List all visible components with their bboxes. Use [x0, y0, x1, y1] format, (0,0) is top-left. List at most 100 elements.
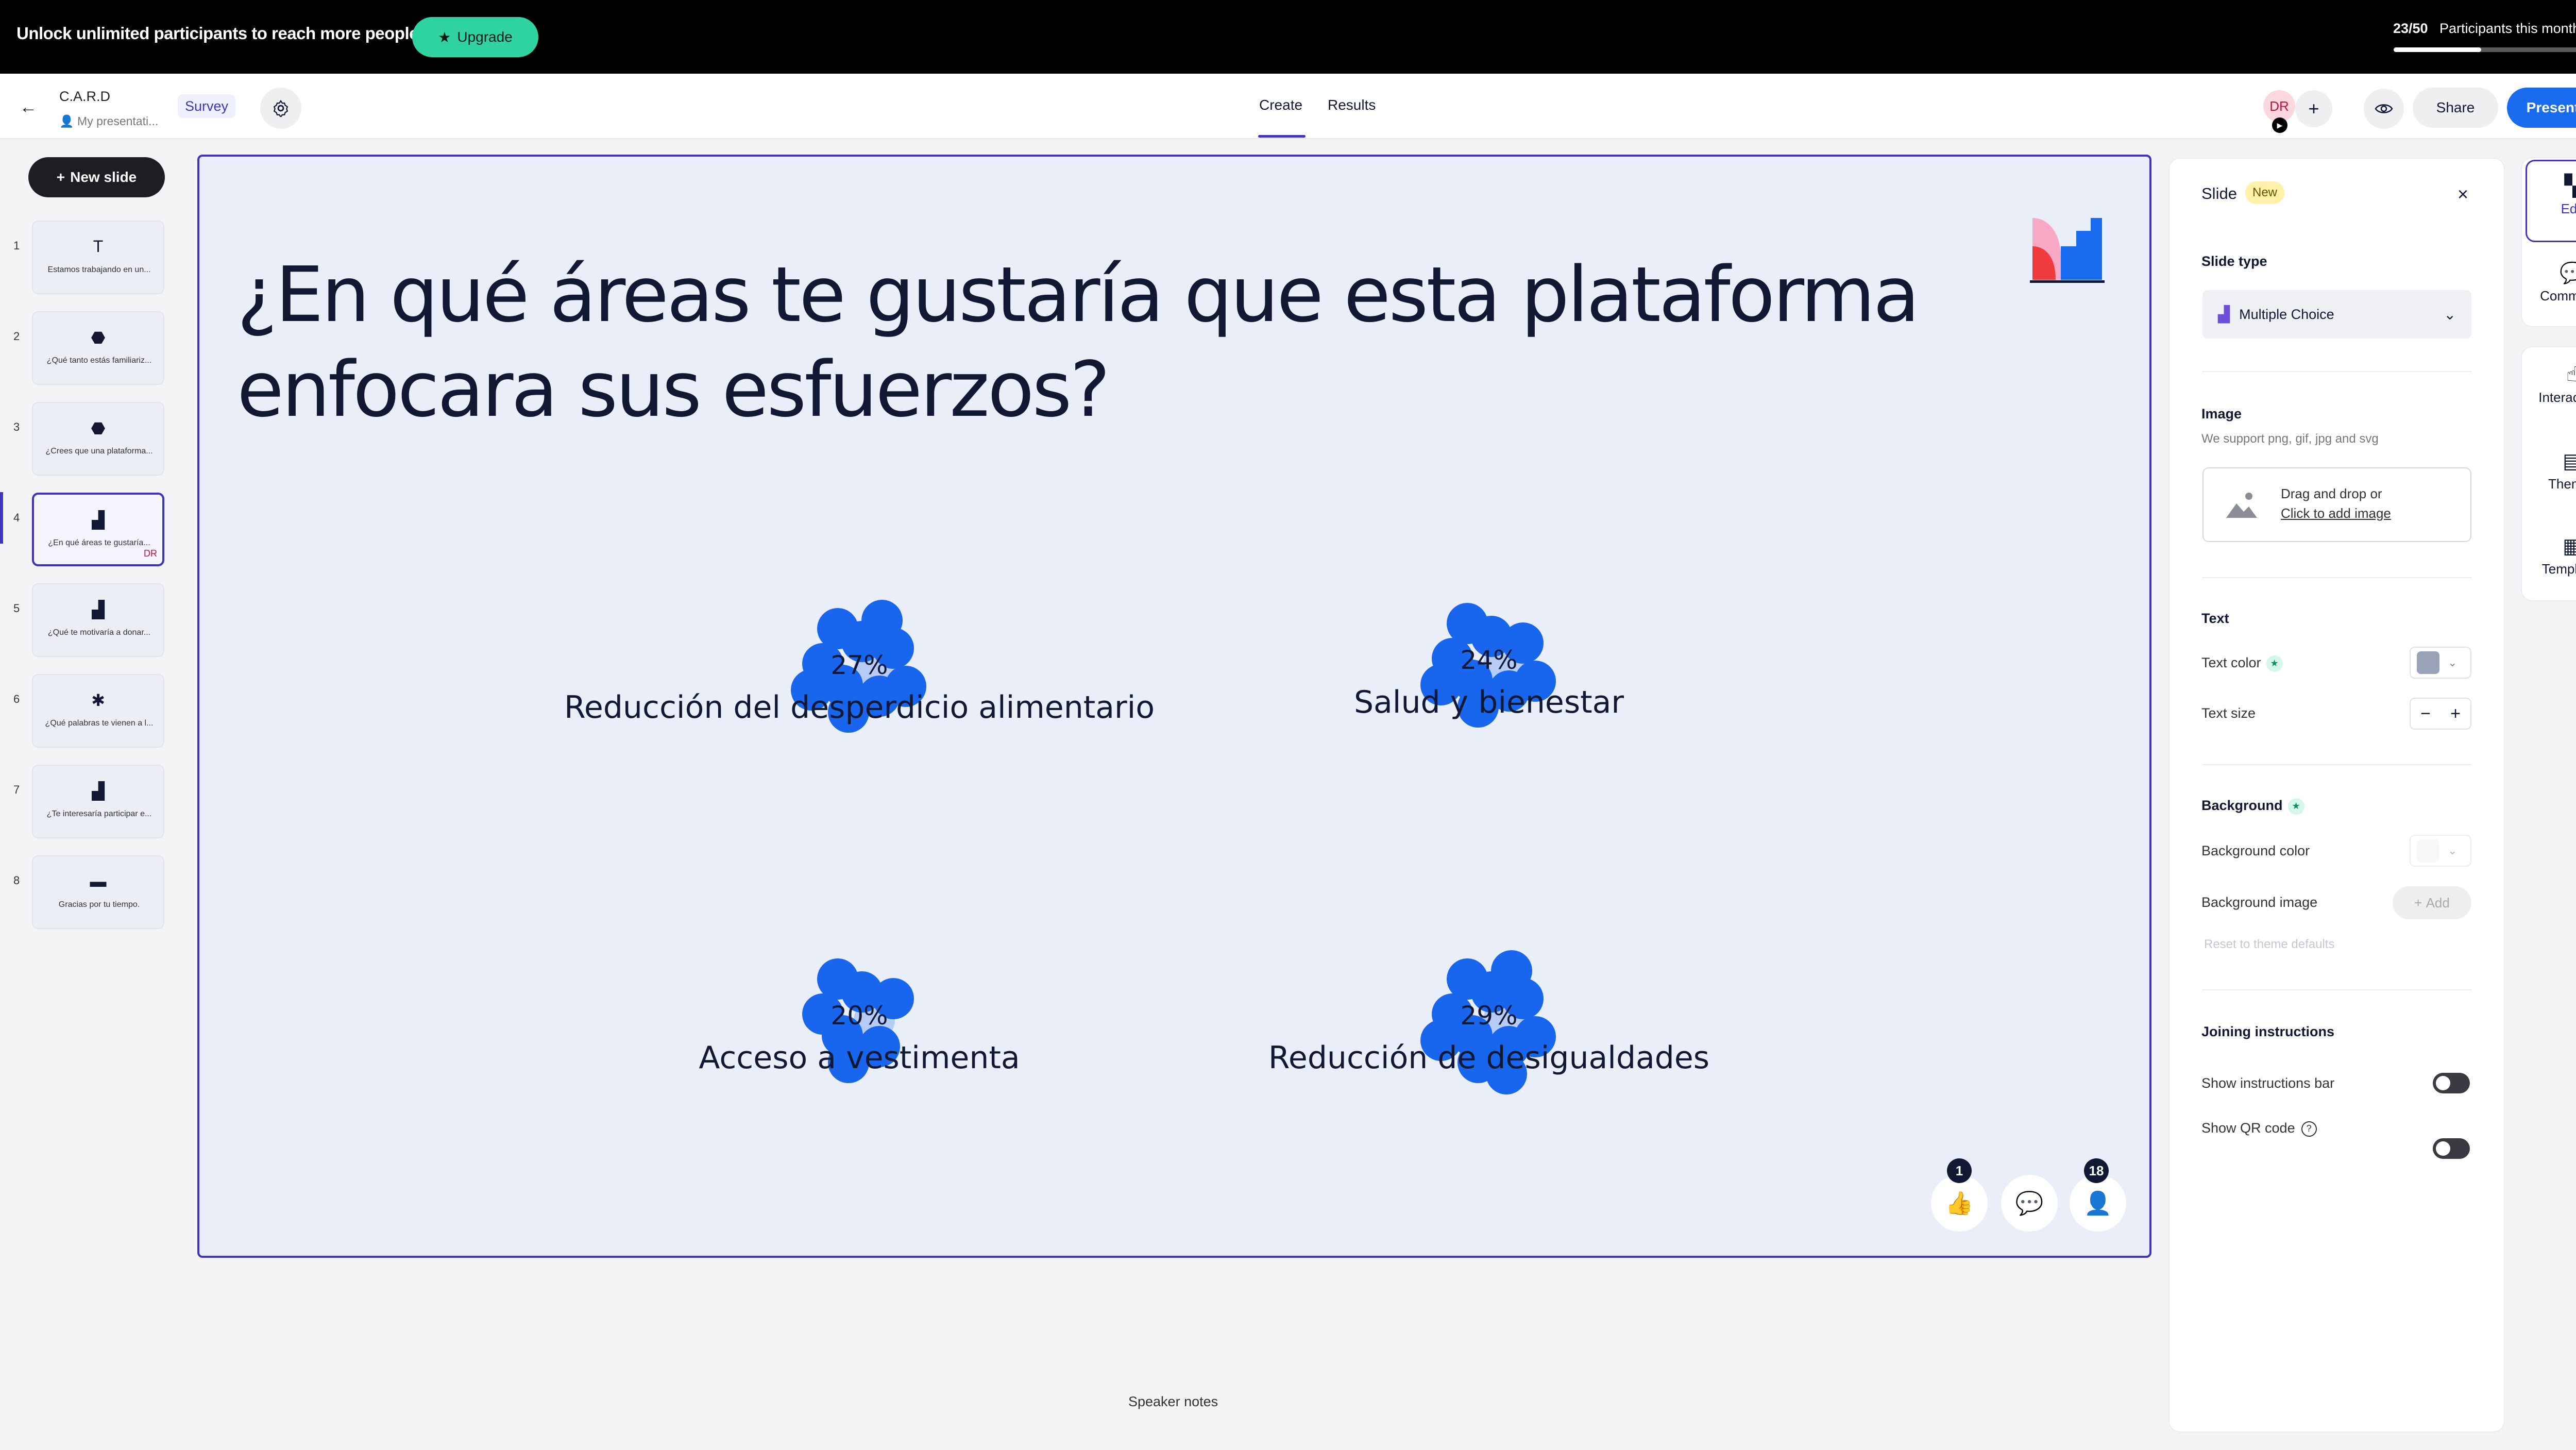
- slide-thumbnail[interactable]: ⬣ ¿Crees que una plataforma...: [32, 402, 164, 476]
- participants-count: 23/50: [2393, 21, 2428, 36]
- panel-title: Slide: [2201, 184, 2237, 203]
- joining-instructions-label: Joining instructions: [2201, 1024, 2335, 1039]
- star-icon: ★: [438, 29, 451, 45]
- result-dot: [817, 958, 858, 1000]
- background-color-label: Background color: [2201, 843, 2310, 858]
- slide-number: 2: [13, 330, 20, 343]
- active-tab-underline: [1258, 135, 1306, 138]
- add-collaborator-button[interactable]: +: [2295, 90, 2332, 127]
- text-color-label: Text color ★: [2201, 655, 2283, 672]
- help-circle-icon[interactable]: ?: [2301, 1121, 2317, 1137]
- slide-thumbnail[interactable]: ▟ ¿En qué áreas te gustaría... DR: [32, 493, 164, 566]
- plus-icon: +: [56, 169, 65, 185]
- background-color-picker[interactable]: ⌄: [2410, 835, 2471, 867]
- settings-gear-button[interactable]: [260, 88, 301, 129]
- chevron-down-icon: ⌄: [2448, 656, 2458, 669]
- participants-label: Participants this month: [2439, 21, 2576, 36]
- image-hint: We support png, gif, jpg and svg: [2201, 432, 2379, 446]
- slide-thumbnail-text: ¿Qué tanto estás familiariz...: [46, 356, 152, 365]
- share-button[interactable]: Share: [2413, 88, 2498, 128]
- slide-thumbnail[interactable]: ▟ ¿Qué te motivaría a donar...: [32, 583, 164, 657]
- bar-chart-icon: ▟: [2218, 306, 2230, 323]
- new-badge: New: [2245, 181, 2285, 204]
- chevron-down-icon: ⌄: [2448, 844, 2458, 857]
- slide-thumbnail[interactable]: ▬ Gracias por tu tiempo.: [32, 855, 164, 929]
- themes-tool[interactable]: ▤Themes: [2526, 449, 2576, 492]
- comments-tool[interactable]: 💬Comments: [2526, 261, 2576, 304]
- show-qr-label: Show QR code?: [2201, 1120, 2317, 1137]
- background-image-label: Background image: [2201, 895, 2318, 910]
- present-button[interactable]: Present ⌄: [2507, 88, 2576, 128]
- background-section-label: Background ★: [2201, 798, 2304, 815]
- type-badge[interactable]: Survey: [178, 94, 236, 118]
- image-dropzone[interactable]: Drag and drop or Click to add image: [2202, 467, 2471, 542]
- minus-icon[interactable]: −: [2420, 704, 2431, 724]
- interactivity-tool[interactable]: ☝Interactivity: [2526, 363, 2576, 406]
- text-size-stepper[interactable]: − +: [2410, 698, 2471, 730]
- plus-icon[interactable]: +: [2450, 704, 2461, 724]
- background-color-swatch: [2417, 839, 2439, 862]
- templates-tool[interactable]: ▦Templates: [2526, 534, 2576, 577]
- result-dot: [1490, 950, 1532, 992]
- slide-thumbnail[interactable]: ▟ ¿Te interesaría participar e...: [32, 765, 164, 838]
- divider: [2202, 989, 2471, 990]
- option-label: Reducción del desperdicio alimentario: [564, 689, 1155, 726]
- like-reaction-button[interactable]: 👍: [1931, 1175, 1988, 1232]
- divider: [2202, 371, 2471, 372]
- upgrade-label: Upgrade: [457, 29, 513, 45]
- slide-number: 7: [13, 783, 20, 796]
- presentation-folder[interactable]: 👤 My presentati...: [59, 114, 158, 128]
- speaker-notes-toggle[interactable]: Speaker notes: [1128, 1394, 1218, 1410]
- slide-thumbnail[interactable]: ✱ ¿Qué palabras te vienen a l...: [32, 674, 164, 748]
- reset-theme-link[interactable]: Reset to theme defaults: [2204, 937, 2334, 952]
- preview-button[interactable]: [2364, 89, 2404, 129]
- instructions-bar-toggle[interactable]: [2433, 1073, 2470, 1093]
- qr-code-toggle[interactable]: [2433, 1138, 2470, 1159]
- eye-icon: [2375, 104, 2393, 113]
- new-slide-button[interactable]: + New slide: [28, 157, 165, 197]
- slide-thumbnail-text: ¿Qué palabras te vienen a l...: [45, 719, 154, 728]
- slide-number: 4: [13, 511, 20, 524]
- star-icon: ★: [2287, 798, 2304, 815]
- option-percent: 20%: [831, 1001, 888, 1031]
- text-color-picker[interactable]: ⌄: [2410, 647, 2471, 679]
- slide-thumbnail-text: Gracias por tu tiempo.: [58, 900, 140, 909]
- qa-reaction-button[interactable]: 💬: [2001, 1175, 2058, 1232]
- close-icon[interactable]: ×: [2458, 183, 2468, 205]
- active-slide-indicator: [0, 492, 3, 544]
- text-icon: T: [93, 237, 104, 256]
- slide-thumbnail[interactable]: T Estamos trabajando en un...: [32, 221, 164, 294]
- scale-icon: ⬣: [91, 328, 106, 347]
- add-image-link[interactable]: Click to add image: [2281, 505, 2391, 521]
- option-label: Salud y bienestar: [1353, 684, 1624, 720]
- slide-question[interactable]: ¿En qué áreas te gustaría que esta plata…: [237, 247, 1989, 437]
- present-label: Present: [2526, 99, 2576, 115]
- tab-results[interactable]: Results: [1328, 97, 1376, 113]
- like-count-badge: 1: [1947, 1158, 1972, 1183]
- comment-icon: 💬: [2560, 262, 2576, 284]
- presentation-title[interactable]: C.A.R.D: [59, 89, 110, 105]
- slide-thumbnail[interactable]: ⬣ ¿Qué tanto estás familiariz...: [32, 311, 164, 385]
- back-arrow-icon[interactable]: ←: [15, 96, 41, 119]
- banner-message: Unlock unlimited participants to reach m…: [16, 24, 423, 43]
- slide-settings-panel: [2168, 158, 2505, 1432]
- slide-type-select[interactable]: ▟ Multiple Choice ⌄: [2202, 290, 2471, 339]
- upgrade-button[interactable]: ★ Upgrade: [412, 17, 538, 57]
- scale-icon: ⬣: [91, 419, 106, 437]
- tab-create[interactable]: Create: [1259, 97, 1302, 113]
- upgrade-banner: Unlock unlimited participants to reach m…: [0, 0, 2576, 74]
- text-color-swatch: [2417, 651, 2439, 674]
- slide-number: 5: [13, 602, 20, 615]
- plus-icon: +: [2308, 98, 2319, 119]
- screen-icon: ▬: [90, 872, 107, 890]
- image-placeholder-icon: [2226, 493, 2257, 518]
- slide-type-label: Slide type: [2201, 254, 2267, 269]
- participants-button[interactable]: 👤: [2070, 1175, 2126, 1232]
- text-size-label: Text size: [2201, 705, 2256, 721]
- slide-thumbnail-text: ¿Crees que una plataforma...: [45, 447, 153, 456]
- background-image-add-button[interactable]: + Add: [2393, 886, 2471, 919]
- new-slide-label: New slide: [70, 169, 137, 185]
- edit-tool[interactable]: ▚Edit: [2526, 174, 2576, 217]
- person-icon: 👤: [2083, 1191, 2112, 1216]
- participant-count-badge: 18: [2084, 1158, 2109, 1183]
